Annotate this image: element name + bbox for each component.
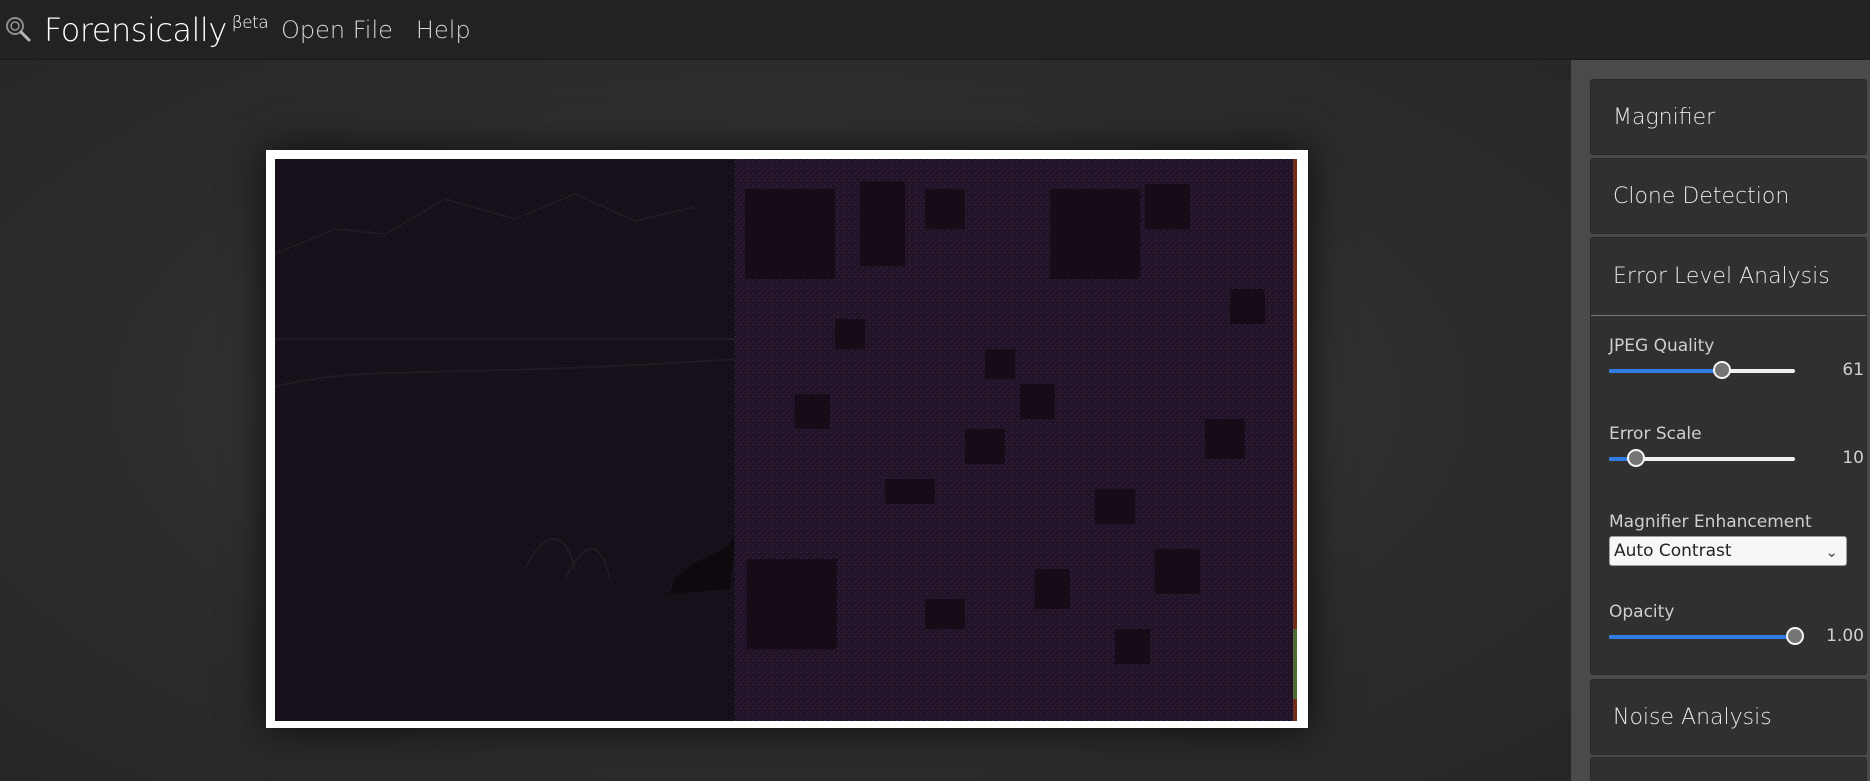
clone-detection-panel-title[interactable]: Clone Detection [1591,159,1866,235]
error-level-analysis-panel-title[interactable]: Error Level Analysis [1591,238,1866,316]
brand[interactable]: Forensically βeta [2,10,269,50]
clone-detection-panel[interactable]: Clone Detection [1590,158,1867,234]
opacity-slider[interactable]: 1.00 [1609,627,1864,647]
magnifier-enhancement-selected: Auto Contrast [1614,541,1732,561]
error-scale-track[interactable] [1609,449,1795,467]
opacity-value: 1.00 [1826,626,1864,646]
tool-sidebar: Magnifier Clone Detection Error Level An… [1571,60,1870,781]
app-title-suffix: βeta [231,13,269,33]
opacity-track[interactable] [1609,627,1804,645]
topbar: Forensically βeta Open File Help [0,0,1870,60]
error-scale-value: 10 [1842,448,1864,468]
error-level-analysis-canvas[interactable] [275,159,1297,721]
magnifier-search-icon [2,14,34,46]
opacity-thumb[interactable] [1786,627,1804,645]
jpeg-quality-slider[interactable]: 61 [1609,361,1864,381]
jpeg-quality-thumb[interactable] [1713,361,1732,379]
image-frame [266,150,1308,728]
noise-analysis-panel[interactable]: Noise Analysis [1590,679,1867,755]
help-link[interactable]: Help [416,18,471,42]
jpeg-quality-track[interactable] [1609,361,1795,379]
magnifier-panel-title[interactable]: Magnifier [1591,80,1866,156]
chevron-down-icon: ⌄ [1825,543,1838,561]
jpeg-quality-value: 61 [1842,360,1864,380]
top-nav: Open File Help [281,18,471,42]
next-tool-panel-partial[interactable] [1590,757,1867,781]
app-title: Forensically βeta [44,11,269,49]
app-title-text: Forensically [44,11,227,49]
magnifier-enhancement-control: Magnifier Enhancement Auto Contrast ⌄ [1609,492,1848,582]
noise-analysis-panel-title[interactable]: Noise Analysis [1591,680,1866,756]
jpeg-quality-control: JPEG Quality 61 [1609,316,1864,404]
opacity-label: Opacity [1609,602,1675,622]
magnifier-enhancement-label: Magnifier Enhancement [1609,512,1812,532]
jpeg-quality-fill [1609,369,1723,373]
error-scale-thumb[interactable] [1626,449,1645,467]
jpeg-quality-label: JPEG Quality [1609,336,1715,356]
opacity-control: Opacity 1.00 [1609,582,1864,670]
error-scale-control: Error Scale 10 [1609,404,1864,492]
image-workspace [0,60,1571,781]
magnifier-panel[interactable]: Magnifier [1590,79,1867,155]
open-file-link[interactable]: Open File [281,18,393,42]
error-level-analysis-panel[interactable]: Error Level Analysis JPEG Quality 61 Err… [1590,237,1867,675]
error-scale-label: Error Scale [1609,424,1702,444]
ela-visualization [275,159,1297,721]
opacity-fill [1609,635,1795,639]
magnifier-enhancement-select[interactable]: Auto Contrast ⌄ [1609,536,1847,566]
error-scale-slider[interactable]: 10 [1609,449,1864,469]
